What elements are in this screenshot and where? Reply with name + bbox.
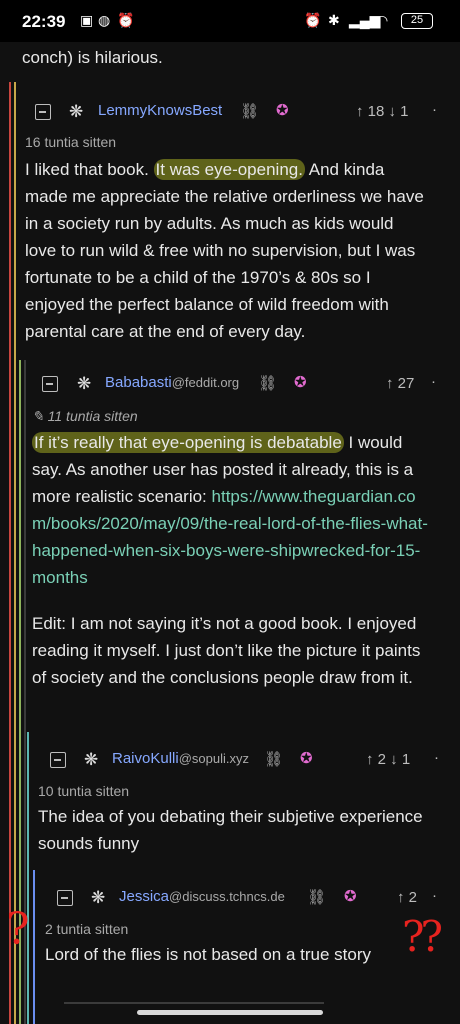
link-icon[interactable]: ⛓ — [240, 102, 259, 120]
sim-card-icon: ▣ — [80, 12, 94, 28]
status-bar: 22:39 ▣ ◍ ⏰ ⏰ ✱ ▂▄▆ ◠ 25 — [0, 0, 460, 42]
username[interactable]: Jessica@discuss.tchncs.de — [119, 888, 285, 905]
collapse-button[interactable] — [57, 890, 73, 906]
comment-header: ❋ Jessica@discuss.tchncs.de ⛓ ✪ ↑ 2 · — [45, 886, 455, 912]
comment-time-edited: ✎ 11 tuntia sitten — [32, 408, 138, 424]
comment-time: 10 tuntia sitten — [38, 783, 130, 799]
more-options-icon[interactable]: · — [432, 887, 437, 904]
highlighted-text: It was eye-opening. — [153, 159, 305, 180]
more-options-icon[interactable]: · — [431, 373, 436, 390]
more-options-icon[interactable]: · — [432, 101, 437, 118]
username[interactable]: RaivoKulli@sopuli.xyz — [112, 750, 249, 767]
annotation-question-mark: ? — [6, 904, 30, 955]
gesture-nav-bar[interactable] — [137, 1010, 323, 1015]
comment-header: ❋ Bababasti@feddit.org ⛓ ✪ ↑ 27 · — [32, 372, 452, 398]
next-comment-peek — [64, 1002, 324, 1004]
avatar[interactable]: ❋ — [84, 750, 98, 770]
status-time: 22:39 — [22, 12, 66, 31]
star-badge-icon: ✪ — [300, 750, 313, 767]
avatar[interactable]: ❋ — [77, 374, 91, 394]
avatar[interactable]: ❋ — [69, 102, 83, 122]
theme-icon: ◍ — [98, 12, 111, 28]
username[interactable]: Bababasti@feddit.org — [105, 374, 239, 391]
vote-count[interactable]: ↑ 2 ↓ 1 — [366, 751, 410, 768]
comment-body: If it’s really that eye-opening is debat… — [32, 429, 432, 591]
more-options-icon[interactable]: · — [434, 749, 439, 766]
collapse-button[interactable] — [42, 376, 58, 392]
comment-body-text: And kinda made me appreciate the relativ… — [25, 160, 424, 341]
wifi-icon: ◠ — [376, 12, 389, 28]
username[interactable]: LemmyKnowsBest — [98, 102, 222, 119]
thread-line-2 — [14, 82, 16, 1024]
comment-body: I liked that book. It was eye-opening. A… — [25, 156, 425, 345]
comment-body: The idea of you debating their subjetive… — [38, 807, 423, 853]
avatar[interactable]: ❋ — [91, 888, 105, 908]
thread-line-6 — [33, 870, 35, 1024]
comment-time: 16 tuntia sitten — [25, 134, 117, 150]
comment-header: ❋ LemmyKnowsBest ⛓ ✪ ↑ 18 ↓ 1 · — [25, 100, 445, 126]
link-icon[interactable]: ⛓ — [264, 750, 283, 768]
comment-edit-text: Edit: I am not saying it’s not a good bo… — [32, 614, 421, 687]
collapse-button[interactable] — [35, 104, 51, 120]
thread-line-1 — [9, 82, 11, 1024]
previous-comment-text: conch) is hilarious. — [22, 48, 163, 67]
collapse-button[interactable] — [50, 752, 66, 768]
thread-line-5 — [27, 732, 29, 1024]
comment-thread[interactable]: conch) is hilarious. ❋ LemmyKnowsBest ⛓ … — [0, 42, 460, 1024]
alarm-clock-icon: ⏰ — [304, 12, 322, 28]
star-badge-icon: ✪ — [294, 374, 307, 391]
edit-pencil-icon: ✎ — [32, 408, 48, 424]
alarm-icon: ⏰ — [117, 12, 135, 28]
star-badge-icon: ✪ — [276, 102, 289, 119]
bluetooth-icon: ✱ — [328, 12, 340, 28]
comment-time: 2 tuntia sitten — [45, 921, 129, 937]
highlighted-text: If it’s really that eye-opening is debat… — [32, 432, 344, 453]
star-badge-icon: ✪ — [344, 888, 357, 905]
vote-count[interactable]: ↑ 2 — [397, 889, 417, 906]
vote-count[interactable]: ↑ 18 ↓ 1 — [356, 103, 409, 120]
link-icon[interactable]: ⛓ — [258, 374, 277, 392]
vote-count[interactable]: ↑ 27 — [386, 375, 414, 392]
annotation-question-marks: ?? — [402, 912, 443, 961]
comment-body-text: I liked that book. — [25, 160, 154, 179]
comment-body: Lord of the flies is not based on a true… — [45, 945, 372, 964]
link-icon[interactable]: ⛓ — [307, 888, 326, 906]
battery-icon: 25 — [401, 13, 433, 29]
comment-header: ❋ RaivoKulli@sopuli.xyz ⛓ ✪ ↑ 2 ↓ 1 · — [38, 748, 453, 774]
